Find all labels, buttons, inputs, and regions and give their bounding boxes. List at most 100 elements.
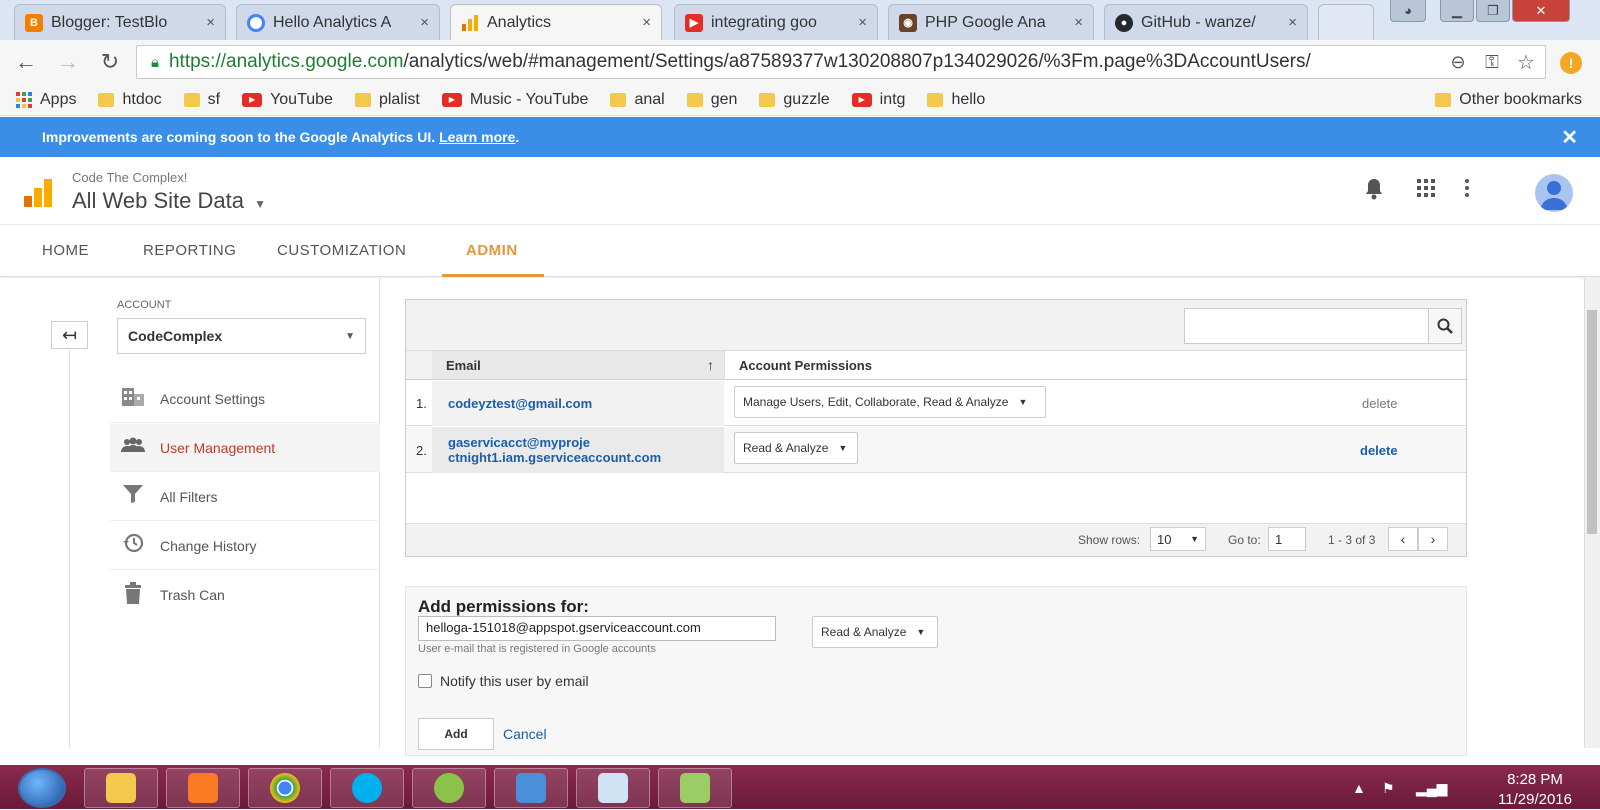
taskbar-skype[interactable] xyxy=(330,768,404,808)
close-icon[interactable]: ✕ xyxy=(1561,125,1578,150)
more-vert-icon[interactable] xyxy=(1464,178,1470,204)
taskbar-photos[interactable] xyxy=(494,768,568,808)
tab-admin[interactable]: ADMIN xyxy=(466,242,518,259)
profile-icon[interactable]: ◕ xyxy=(1390,0,1426,22)
tab-blogger[interactable]: B Blogger: TestBlo × xyxy=(14,4,226,40)
user-email[interactable]: gaservicacct@myproje xyxy=(448,435,590,450)
bookmark-sf[interactable]: sf xyxy=(183,91,220,109)
tab-reporting[interactable]: REPORTING xyxy=(143,242,236,259)
tab-github[interactable]: ● GitHub - wanze/ × xyxy=(1104,4,1308,40)
avatar[interactable] xyxy=(1535,174,1573,212)
table-header-email[interactable]: Email ↑ xyxy=(432,350,724,380)
bookmark-label: plalist xyxy=(378,90,420,108)
notification-bell-icon[interactable] xyxy=(1364,178,1384,206)
add-button[interactable]: Add xyxy=(418,718,494,750)
sidebar-item-change-history[interactable]: Change History xyxy=(110,522,380,570)
account-name: Code The Complex! xyxy=(72,170,188,185)
chevron-right-icon[interactable]: › xyxy=(1418,527,1448,551)
new-tab-button[interactable] xyxy=(1318,4,1374,40)
zoom-icon[interactable]: ⊖ xyxy=(1444,48,1472,76)
analytics-logo-icon[interactable] xyxy=(22,178,54,208)
reload-icon[interactable]: ↻ xyxy=(96,48,124,76)
bookmark-intg[interactable]: ▶ intg xyxy=(851,91,905,109)
window-close-icon[interactable]: ✕ xyxy=(1512,0,1570,22)
close-tab-icon[interactable]: × xyxy=(206,14,215,31)
bookmark-label: Apps xyxy=(40,90,77,108)
windows-start-icon[interactable] xyxy=(18,768,66,808)
taskbar-xampp[interactable] xyxy=(166,768,240,808)
tab-analytics[interactable]: Analytics × xyxy=(450,4,662,40)
taskbar-app[interactable] xyxy=(412,768,486,808)
close-tab-icon[interactable]: × xyxy=(1288,14,1297,31)
url-host: https://analytics.google.com xyxy=(168,51,404,72)
back-arrow-icon[interactable]: ↤ xyxy=(51,321,88,349)
user-email[interactable]: codeyztest@gmail.com xyxy=(448,396,592,411)
cancel-button[interactable]: Cancel xyxy=(503,726,547,742)
view-selector[interactable]: All Web Site Data ▼ xyxy=(72,188,266,214)
bookmark-guzzle[interactable]: guzzle xyxy=(759,91,830,109)
sidebar-item-user-management[interactable]: User Management xyxy=(110,424,380,472)
alert-icon[interactable]: ! xyxy=(1560,52,1582,74)
taskbar-notepadpp[interactable] xyxy=(658,768,732,808)
tab-home[interactable]: HOME xyxy=(42,242,89,259)
learn-more-link[interactable]: Learn more xyxy=(439,129,515,145)
search-icon[interactable] xyxy=(1428,308,1462,344)
goto-page-input[interactable]: 1 xyxy=(1268,527,1306,551)
key-icon[interactable]: ⚿ xyxy=(1478,48,1506,76)
sidebar-item-trash-can[interactable]: Trash Can xyxy=(110,571,380,619)
system-clock[interactable]: 8:28 PM 11/29/2016 xyxy=(1490,770,1580,810)
bookmark-hello[interactable]: hello xyxy=(927,91,985,109)
sidebar-item-all-filters[interactable]: All Filters xyxy=(110,473,380,521)
taskbar-explorer[interactable] xyxy=(84,768,158,808)
permissions-dropdown[interactable]: Manage Users, Edit, Collaborate, Read & … xyxy=(734,386,1046,418)
bookmark-apps[interactable]: Apps xyxy=(16,91,76,109)
network-signal-icon[interactable]: ▂▄▆ xyxy=(1416,780,1447,797)
bookmark-youtube[interactable]: ▶ YouTube xyxy=(242,91,333,109)
delete-link[interactable]: delete xyxy=(1362,381,1397,426)
tab-title: Hello Analytics A xyxy=(273,13,392,31)
user-email-continued[interactable]: ctnight1.iam.gserviceaccount.com xyxy=(448,450,661,465)
tray-chevron-up-icon[interactable]: ▲ xyxy=(1352,780,1366,796)
delete-link[interactable]: delete xyxy=(1360,427,1398,473)
tab-customization[interactable]: CUSTOMIZATION xyxy=(277,242,406,259)
maximize-icon[interactable]: ❐ xyxy=(1476,0,1510,22)
address-bar[interactable]: 🔒︎ https://analytics.google.com/analytic… xyxy=(136,45,1546,79)
taskbar-chrome[interactable] xyxy=(248,768,322,808)
account-label: ACCOUNT xyxy=(117,299,172,311)
close-tab-icon[interactable]: × xyxy=(420,14,429,31)
bookmark-gen[interactable]: gen xyxy=(686,91,737,109)
sidebar-item-account-settings[interactable]: Account Settings xyxy=(110,375,380,423)
bookmark-star-icon[interactable]: ☆ xyxy=(1512,48,1540,76)
bookmark-other[interactable]: Other bookmarks xyxy=(1435,91,1582,109)
bookmark-plalist[interactable]: plalist xyxy=(354,90,420,109)
tab-hello-analytics[interactable]: Hello Analytics A × xyxy=(236,4,440,40)
bookmark-music-youtube[interactable]: ▶ Music - YouTube xyxy=(441,90,589,109)
close-tab-icon[interactable]: × xyxy=(642,14,651,31)
action-center-flag-icon[interactable]: ⚑ xyxy=(1382,780,1395,797)
email-field[interactable]: helloga-151018@appspot.gserviceaccount.c… xyxy=(418,616,776,641)
tab-integrating[interactable]: ▶ integrating goo × xyxy=(674,4,878,40)
folder-icon xyxy=(1435,92,1452,107)
back-arrow-icon[interactable]: ← xyxy=(12,48,40,76)
email-hint: User e-mail that is registered in Google… xyxy=(418,643,656,655)
bookmark-htdoc[interactable]: htdoc xyxy=(98,91,162,109)
bookmark-label: Music - YouTube xyxy=(469,90,589,108)
notify-checkbox[interactable] xyxy=(418,674,432,688)
taskbar-notes[interactable] xyxy=(576,768,650,808)
apps-grid-icon[interactable] xyxy=(1416,178,1436,204)
table-header-permissions[interactable]: Account Permissions xyxy=(724,350,1466,380)
permissions-dropdown[interactable]: Read & Analyze ▼ xyxy=(734,432,858,464)
tab-php-google[interactable]: ◉ PHP Google Ana × xyxy=(888,4,1094,40)
close-tab-icon[interactable]: × xyxy=(858,14,867,31)
chevron-left-icon[interactable]: ‹ xyxy=(1388,527,1418,551)
minimize-icon[interactable]: ▁ xyxy=(1440,0,1474,22)
scrollbar-thumb[interactable] xyxy=(1587,310,1597,534)
bookmark-anal[interactable]: anal xyxy=(610,91,665,109)
account-selector[interactable]: CodeComplex ▼ xyxy=(117,318,366,354)
search-input[interactable] xyxy=(1184,308,1429,344)
forward-arrow-icon[interactable]: → xyxy=(54,48,82,76)
show-rows-select[interactable]: 10 ▼ xyxy=(1150,527,1206,551)
close-tab-icon[interactable]: × xyxy=(1074,14,1083,31)
skype-icon xyxy=(352,773,382,803)
new-user-permissions-dropdown[interactable]: Read & Analyze ▼ xyxy=(812,616,938,648)
